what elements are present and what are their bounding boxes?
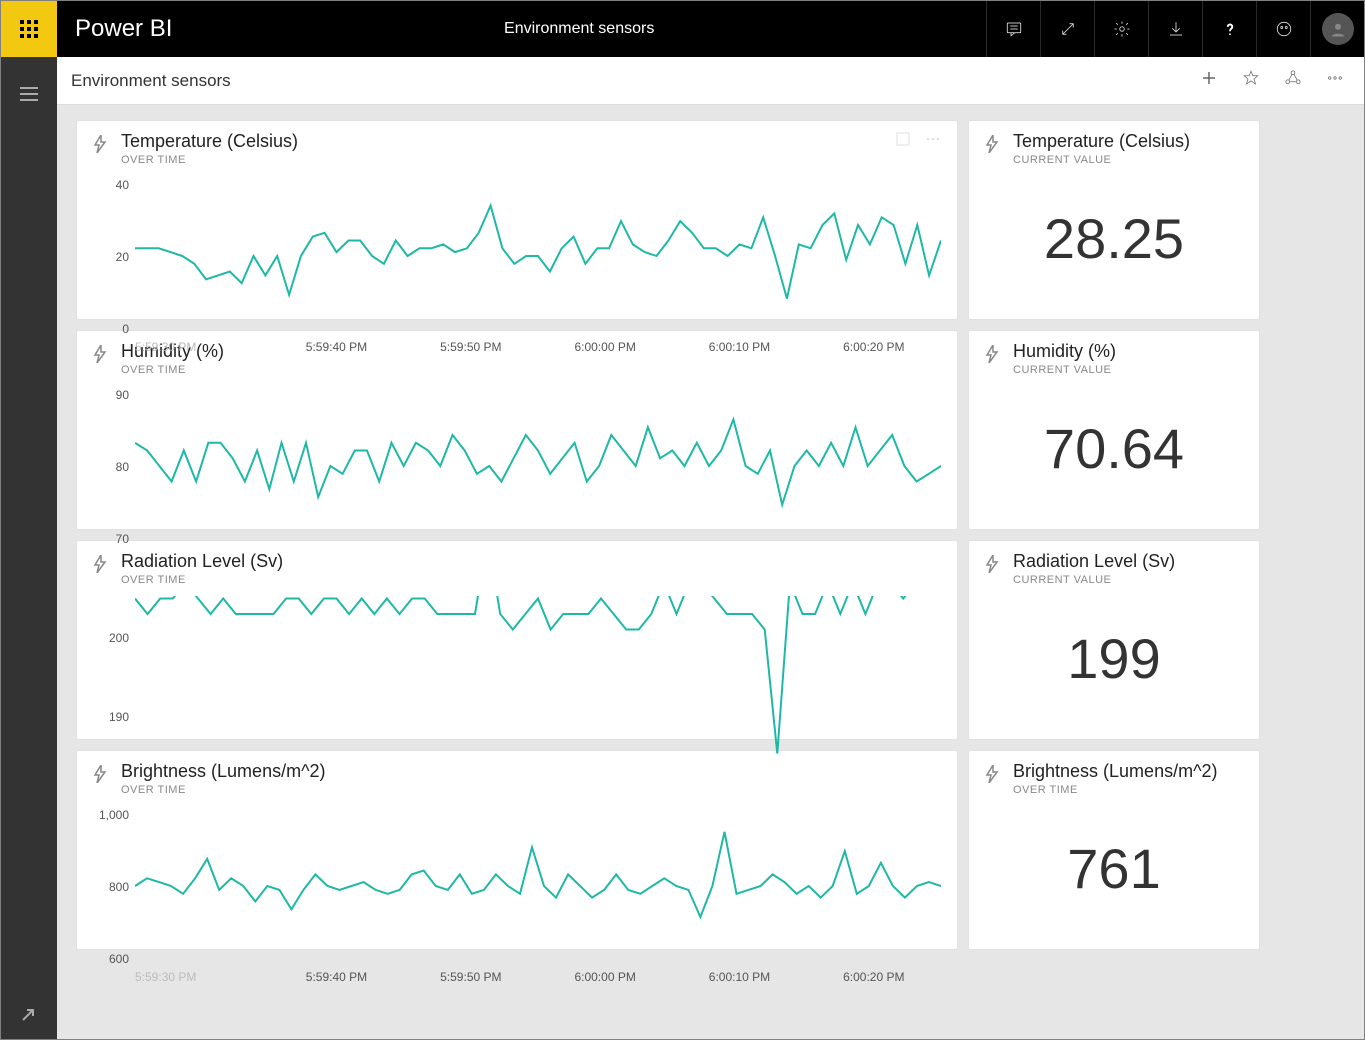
dashboard-row: Brightness (Lumens/m^2) OVER TIME 1,000 … [77,751,1360,949]
favorite-button[interactable] [1242,69,1260,92]
top-bar: Power BI Environment sensors [1,1,1364,57]
app-launcher[interactable] [1,1,57,57]
tile-title: Radiation Level (Sv) [1013,551,1175,572]
ellipsis-icon [1326,69,1344,87]
tile-subtitle: OVER TIME [121,364,224,376]
settings-button[interactable] [1094,1,1148,57]
tile-title: Brightness (Lumens/m^2) [121,761,326,782]
sub-bar: Environment sensors [57,57,1364,105]
chart-plot [135,806,941,966]
top-actions [986,1,1364,57]
related-button[interactable] [1284,69,1302,92]
x-axis: 5:59:30 PM 5:59:40 PM 5:59:50 PM 6:00:00… [135,340,941,354]
tile-title: Brightness (Lumens/m^2) [1013,761,1218,782]
tile-subtitle: OVER TIME [121,784,326,796]
tile-title: Radiation Level (Sv) [121,551,283,572]
bolt-icon [985,135,999,153]
waffle-icon [20,20,38,38]
dashboard-row: Temperature (Celsius) OVER TIME 40 20 0 [77,121,1360,319]
card-value: 28.25 [985,166,1243,311]
user-icon [1329,20,1347,38]
resize-button[interactable] [21,1006,37,1027]
app-frame: Power BI Environment sensors [0,0,1365,1040]
y-axis: 200 190 [93,596,135,756]
main: Environment sensors [1,57,1364,1039]
smile-icon [1275,20,1293,38]
tile-brightness-card[interactable]: Brightness (Lumens/m^2) OVER TIME 761 [969,751,1259,949]
x-axis: 5:59:30 PM 5:59:40 PM 5:59:50 PM 6:00:00… [135,970,941,984]
add-tile-button[interactable] [1200,69,1218,92]
card-value: 70.64 [985,376,1243,521]
ellipsis-icon [925,131,941,147]
dashboard-row: Humidity (%) OVER TIME 90 80 70 [77,331,1360,529]
tile-temperature-chart[interactable]: Temperature (Celsius) OVER TIME 40 20 0 [77,121,957,319]
account-button[interactable] [1310,1,1364,57]
focus-icon [895,131,911,147]
help-button[interactable] [1202,1,1256,57]
card-value: 199 [985,586,1243,731]
nav-toggle[interactable] [20,87,38,106]
y-axis: 1,000 800 600 [93,806,135,966]
feedback-button[interactable] [1256,1,1310,57]
tile-subtitle: CURRENT VALUE [1013,574,1175,586]
tile-subtitle: CURRENT VALUE [1013,154,1190,166]
tile-temperature-card[interactable]: Temperature (Celsius) CURRENT VALUE 28.2… [969,121,1259,319]
sub-bar-actions [1200,69,1364,92]
bolt-icon [985,555,999,573]
tile-radiation-card[interactable]: Radiation Level (Sv) CURRENT VALUE 199 [969,541,1259,739]
plus-icon [1200,69,1218,87]
bolt-icon [985,345,999,363]
tile-humidity-card[interactable]: Humidity (%) CURRENT VALUE 70.64 [969,331,1259,529]
bolt-icon [93,345,107,363]
star-icon [1242,69,1260,87]
tile-subtitle: OVER TIME [1013,784,1218,796]
dashboard-row: Radiation Level (Sv) OVER TIME 200 190 [77,541,1360,739]
notifications-button[interactable] [986,1,1040,57]
y-axis: 40 20 0 [93,176,135,336]
chart-plot [135,176,941,336]
download-icon [1167,20,1185,38]
tile-subtitle: OVER TIME [121,154,298,166]
bolt-icon [93,555,107,573]
tile-title: Humidity (%) [1013,341,1116,362]
tile-subtitle: CURRENT VALUE [1013,364,1116,376]
tile-title: Temperature (Celsius) [121,131,298,152]
left-rail [1,57,57,1039]
brand-label: Power BI [75,15,172,43]
stage: Environment sensors [57,57,1364,1039]
expand-icon [1059,20,1077,38]
tile-title: Temperature (Celsius) [1013,131,1190,152]
tile-brightness-chart[interactable]: Brightness (Lumens/m^2) OVER TIME 1,000 … [77,751,957,949]
chart-plot [135,596,941,756]
chart-plot [135,386,941,546]
hamburger-icon [20,87,38,101]
bolt-icon [985,765,999,783]
y-axis: 90 80 70 [93,386,135,546]
card-value: 761 [985,796,1243,941]
fullscreen-button[interactable] [1040,1,1094,57]
gear-icon [1113,20,1131,38]
tile-radiation-chart[interactable]: Radiation Level (Sv) OVER TIME 200 190 [77,541,957,739]
bolt-icon [93,765,107,783]
download-button[interactable] [1148,1,1202,57]
document-title: Environment sensors [172,20,986,38]
arrow-out-icon [21,1006,37,1022]
share-icon [1284,69,1302,87]
canvas: Temperature (Celsius) OVER TIME 40 20 0 [57,105,1364,1039]
dashboard-title: Environment sensors [71,71,1200,91]
help-icon [1221,20,1239,38]
bolt-icon [93,135,107,153]
tile-subtitle: OVER TIME [121,574,283,586]
more-button[interactable] [1326,69,1344,92]
comment-icon [1005,20,1023,38]
tile-humidity-chart[interactable]: Humidity (%) OVER TIME 90 80 70 [77,331,957,529]
